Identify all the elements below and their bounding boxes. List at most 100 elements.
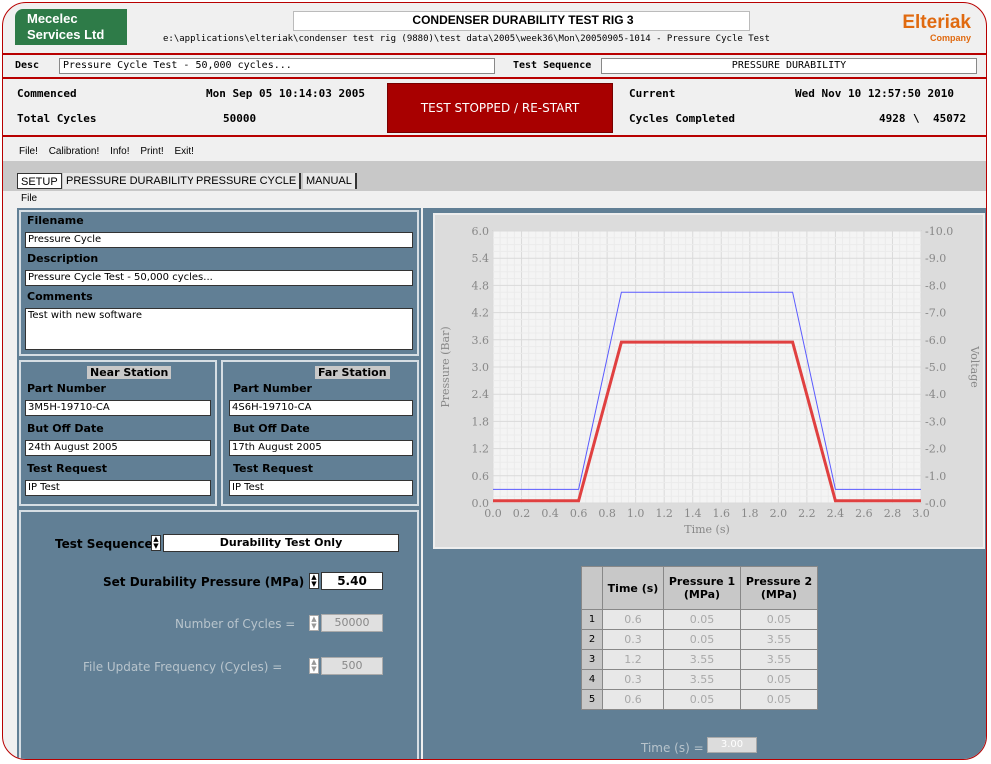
filename-field[interactable]: Pressure Cycle [25,232,413,248]
x-tick-label: 1.4 [684,507,702,520]
pressure1-header: Pressure 1 (MPa) [663,566,741,610]
row-number: 2 [581,629,603,650]
menu-print[interactable]: Print! [140,146,163,157]
setup-pane: Filename Pressure Cycle Description Pres… [17,208,421,759]
x-tick-label: 0.8 [598,507,616,520]
near-request-field[interactable]: IP Test [25,480,211,496]
y-tick-label: 5.4 [472,252,490,265]
y2-tick-label: -7.0 [925,307,946,320]
tab-setup[interactable]: SETUP [17,173,62,189]
x-tick-label: 1.8 [741,507,759,520]
time-cell[interactable]: 0.6 [602,689,664,710]
y2-tick-label: -10.0 [925,225,953,238]
company-logo: Mecelec Services Ltd [15,9,127,45]
total-cycles-value: 50000 [223,112,257,125]
cycles-completed-value: 4928 [879,112,906,125]
tab-manual[interactable]: MANUAL [303,173,357,189]
cycle-profile-table: Time (s) Pressure 1 (MPa) Pressure 2 (MP… [581,566,818,710]
test-sequence-field: PRESSURE DURABILITY [601,58,977,74]
x-tick-label: 0.6 [570,507,588,520]
pressure1-cell[interactable]: 0.05 [663,629,741,650]
comments-label: Comments [27,290,93,303]
y2-tick-label: -4.0 [925,388,946,401]
menu-file[interactable]: File! [19,146,38,157]
far-part-field[interactable]: 4S6H-19710-CA [229,400,413,416]
menu-info[interactable]: Info! [110,146,129,157]
divider [3,77,986,79]
time-header: Time (s) [602,566,664,610]
brand-name: Elteriak [902,12,971,33]
pressure-stepper-icon[interactable]: ▲ ▼ [309,573,319,589]
x-tick-label: 2.0 [770,507,788,520]
pressure2-cell[interactable]: 0.05 [740,689,818,710]
menu-calibration[interactable]: Calibration! [49,146,100,157]
y2-tick-label: -6.0 [925,334,946,347]
far-request-label: Test Request [233,462,314,475]
test-stopped-restart-button[interactable]: TEST STOPPED / RE-START [387,83,613,133]
submenu-file[interactable]: File [21,193,37,204]
y-tick-label: 0.0 [472,497,490,510]
company-line1: Mecelec [27,11,78,26]
cycles-stepper-icon: ▲ ▼ [309,615,319,631]
current-label: Current [629,87,676,100]
table-row: 1 0.6 0.05 0.05 [581,609,818,630]
y-tick-label: 0.6 [472,470,490,483]
row-number: 1 [581,609,603,630]
pressure2-cell[interactable]: 0.05 [740,609,818,630]
menu-exit[interactable]: Exit! [174,146,193,157]
pressure1-cell[interactable]: 3.55 [663,649,741,670]
file-update-frequency-field: 500 [321,657,383,675]
company-line2: Services Ltd [27,27,105,42]
pressure1-cell[interactable]: 0.05 [663,609,741,630]
y-tick-label: 3.0 [472,361,490,374]
near-date-field[interactable]: 24th August 2005 [25,440,211,456]
y2-tick-label: -3.0 [925,415,946,428]
pressure1-cell[interactable]: 3.55 [663,669,741,690]
near-request-label: Test Request [27,462,108,475]
cycles-completed-label: Cycles Completed [629,112,735,125]
far-request-field[interactable]: IP Test [229,480,413,496]
cycles-remaining-value: 45072 [933,112,967,125]
brand-sub: Company [929,33,971,43]
time-cell[interactable]: 0.6 [602,609,664,630]
brand-logo: Elteriak Company [873,12,971,44]
y-tick-label: 1.8 [472,415,490,428]
test-sequence-select[interactable]: Durability Test Only [163,534,399,552]
time-cell[interactable]: 0.3 [602,629,664,650]
y2-tick-label: -5.0 [925,361,946,374]
pressure2-cell[interactable]: 3.55 [740,629,818,650]
far-date-field[interactable]: 17th August 2005 [229,440,413,456]
filename-label: Filename [27,214,84,227]
time-cell[interactable]: 0.3 [602,669,664,690]
pressure-chart-svg: 0.0 0.2 0.4 0.6 0.8 1.0 1.2 1.4 1.6 1.8 2.0 2.2 2.4 2… [439,225,981,536]
table-row: 2 0.3 0.05 3.55 [581,629,818,650]
tab-pressure-cycle[interactable]: PRESSURE CYCLE [193,173,302,189]
tab-pressure-durability[interactable]: PRESSURE DURABILITY [63,173,200,189]
time-cell[interactable]: 1.2 [602,649,664,670]
pressure2-cell[interactable]: 3.55 [740,649,818,670]
y-axis-label: Pressure (Bar) [439,326,452,407]
near-station-title: Near Station [87,366,172,379]
row-number: 5 [581,689,603,710]
durability-pressure-field[interactable]: 5.40 [321,572,383,590]
app-title: CONDENSER DURABILITY TEST RIG 3 [412,13,634,27]
menu-bar: File! Calibration! Info! Print! Exit! [19,146,202,157]
sequence-stepper-icon[interactable]: ▲ ▼ [151,535,161,551]
test-sequence-label: Test Sequence [513,60,592,71]
comments-field[interactable]: Test with new software [25,308,413,350]
data-file-path: e:\applications\elteriak\condenser test … [163,34,770,44]
pressure1-cell[interactable]: 0.05 [663,689,741,710]
near-part-field[interactable]: 3M5H-19710-CA [25,400,211,416]
app-frame: Mecelec Services Ltd CONDENSER DURABILIT… [0,0,991,764]
y-tick-label: 2.4 [472,388,490,401]
cycles-separator: \ [913,112,920,125]
y-tick-label: 4.8 [472,279,490,292]
row-number-header [581,566,603,610]
table-row: 4 0.3 3.55 0.05 [581,669,818,690]
x-tick-label: 1.6 [713,507,731,520]
description-field[interactable]: Pressure Cycle Test - 50,000 cycles... [25,270,413,286]
desc-field[interactable]: Pressure Cycle Test - 50,000 cycles... [59,58,495,74]
test-sequence-selector-label: Test Sequence [55,537,153,551]
x-axis-label: Time (s) [684,523,730,536]
pressure2-cell[interactable]: 0.05 [740,669,818,690]
